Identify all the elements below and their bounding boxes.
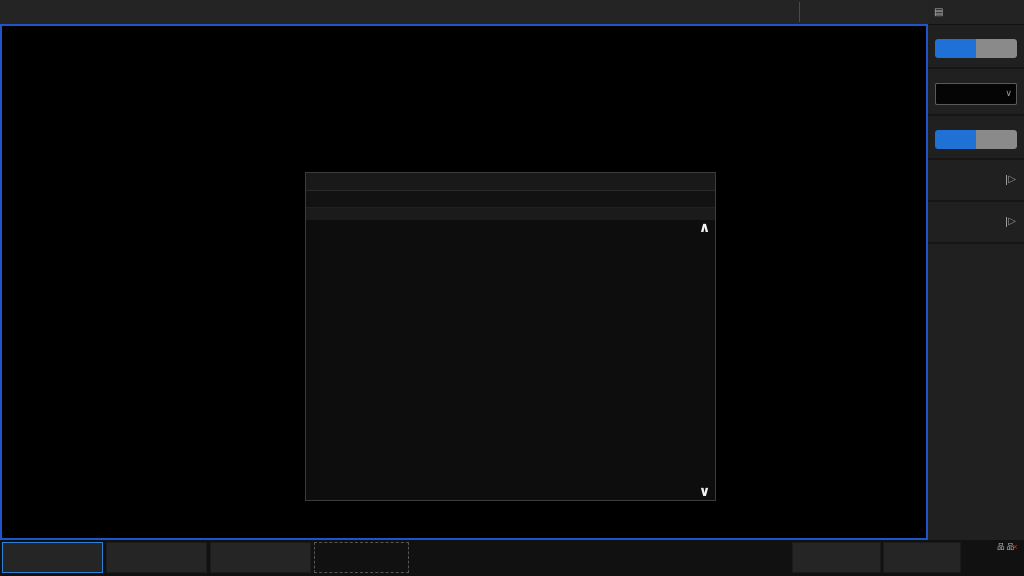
harmonics-table-body: ∧ ∨: [306, 220, 715, 502]
submenu-arrow-icon: ▷: [1006, 175, 1016, 185]
input-setup-button[interactable]: ▷: [928, 160, 1024, 202]
lan-status-icons: 品品×: [963, 542, 1020, 552]
chevron-down-icon: ∨: [1005, 89, 1012, 99]
enable-off-button[interactable]: [976, 39, 1017, 58]
trigger-box[interactable]: [883, 542, 961, 573]
test-state-toggle: [935, 130, 1017, 149]
clipboard-icon: ▤: [934, 7, 943, 18]
panel-header: ▤: [928, 0, 1024, 25]
timebase-box[interactable]: [792, 542, 881, 573]
top-status-area: [785, 0, 928, 24]
bottom-status-bar: 品品×: [0, 540, 1024, 576]
scroll-down-button[interactable]: ∨: [696, 486, 713, 500]
oscilloscope-screen: { "menu": { "items": [ {"label":"Utility…: [0, 0, 1024, 576]
brand-block: [800, 12, 928, 13]
scroll-up-button[interactable]: ∧: [696, 222, 713, 236]
add-channel-button[interactable]: [314, 542, 409, 573]
clock-box[interactable]: 品品×: [963, 542, 1022, 573]
dialog-title-bar[interactable]: [306, 173, 715, 191]
test-state-off-button[interactable]: [976, 130, 1017, 149]
channel-c2-box[interactable]: [106, 542, 207, 573]
system-info: [785, 2, 800, 22]
analysis-section: ∨: [928, 69, 1024, 116]
math-f1-box[interactable]: [210, 542, 311, 573]
test-state-on-button[interactable]: [935, 130, 976, 149]
test-state-section: [928, 116, 1024, 160]
enable-to-test-toggle: [935, 39, 1017, 58]
config-button[interactable]: ▷: [928, 202, 1024, 244]
close-icon[interactable]: [697, 173, 711, 189]
apply-button[interactable]: [928, 244, 1024, 274]
lan-disconnected-icon: ×: [1012, 543, 1020, 551]
current-harmonics-dialog: ∧ ∨: [305, 172, 716, 501]
power-analysis-panel: ▤ ∨ ▷ ▷: [928, 0, 1024, 540]
channel-c1-box[interactable]: [2, 542, 103, 573]
enable-on-button[interactable]: [935, 39, 976, 58]
dialog-summary-row: [306, 191, 715, 208]
table-header-row: [306, 208, 715, 220]
enable-to-test-section: [928, 25, 1024, 69]
submenu-arrow-icon: ▷: [1006, 217, 1016, 227]
analysis-dropdown[interactable]: ∨: [935, 83, 1017, 105]
